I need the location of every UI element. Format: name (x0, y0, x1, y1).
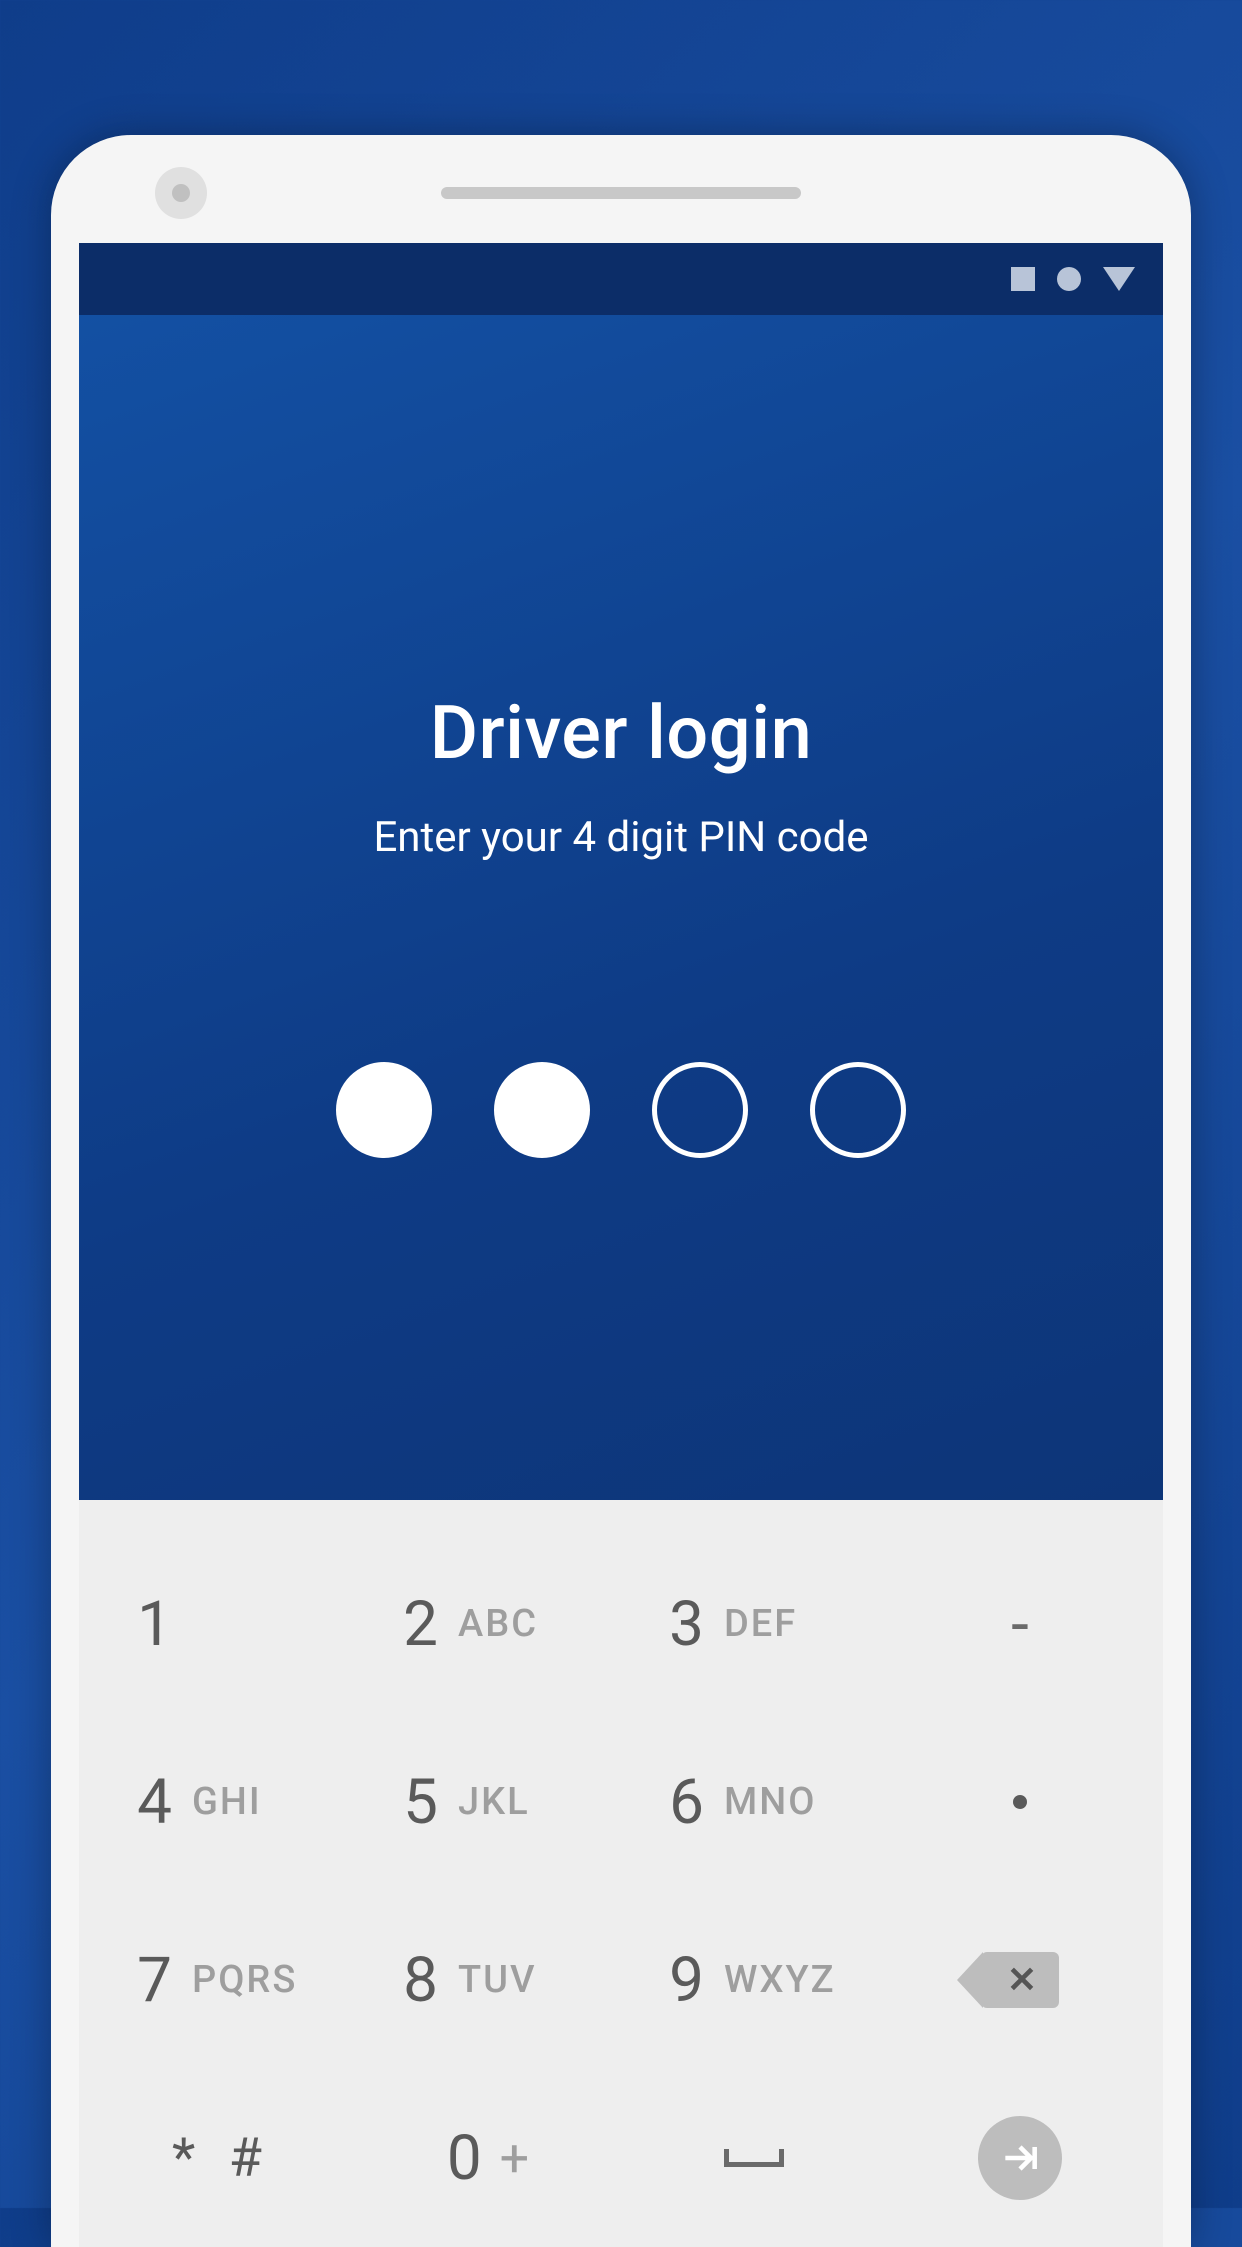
key-digit-label: 9 (664, 1944, 704, 2017)
symbols-label: * # (172, 2127, 272, 2190)
key-letters-label: ABC (458, 1602, 578, 1646)
key-letters-label: DEF (724, 1602, 844, 1646)
status-bar (79, 243, 1163, 315)
key-space[interactable] (621, 2069, 887, 2247)
space-icon (724, 2149, 784, 2167)
keypad-row-1: 1 2 ABC 3 DEF - (89, 1535, 1153, 1713)
status-recent-apps-icon (1011, 267, 1035, 291)
key-digit-label: 1 (132, 1588, 172, 1661)
key-9[interactable]: 9 WXYZ (621, 1891, 887, 2069)
screen: Driver login Enter your 4 digit PIN code… (79, 243, 1163, 2247)
key-5[interactable]: 5 JKL (355, 1713, 621, 1891)
status-back-icon (1103, 267, 1135, 291)
key-0[interactable]: 0+ (355, 2069, 621, 2247)
device-frame: Driver login Enter your 4 digit PIN code… (51, 135, 1191, 2247)
backspace-icon: ✕ (981, 1952, 1059, 2008)
pin-dot-4 (810, 1062, 906, 1158)
key-period[interactable] (887, 1713, 1153, 1891)
key-digit-label: 3 (664, 1588, 704, 1661)
login-title: Driver login (430, 690, 813, 777)
keypad-row-2: 4 GHI 5 JKL 6 MNO (89, 1713, 1153, 1891)
status-home-icon (1057, 267, 1081, 291)
key-letters-label: WXYZ (724, 1958, 844, 2002)
key-1[interactable]: 1 (89, 1535, 355, 1713)
device-speaker (441, 187, 801, 199)
key-digit-label: 5 (398, 1766, 438, 1839)
key-6[interactable]: 6 MNO (621, 1713, 887, 1891)
pin-indicator (336, 1062, 906, 1158)
dash-icon: - (1011, 1587, 1029, 1662)
device-camera (155, 167, 207, 219)
pin-dot-1 (336, 1062, 432, 1158)
key-letters-label: MNO (724, 1780, 844, 1824)
key-letters-label: GHI (192, 1780, 312, 1824)
keypad-row-3: 7 PQRS 8 TUV 9 WXYZ ✕ (89, 1891, 1153, 2069)
keypad: 1 2 ABC 3 DEF - 4 GHI 5 JKL 6 MNO 7 PQRS 8 TUV 9 WXYZ ✕ * #… (79, 1500, 1163, 2247)
key-digit-label: 6 (664, 1766, 704, 1839)
key-4[interactable]: 4 GHI (89, 1713, 355, 1891)
key-3[interactable]: 3 DEF (621, 1535, 887, 1713)
device-bezel-top (79, 163, 1163, 223)
key-digit-label: 0 (447, 2122, 482, 2195)
keypad-row-4: * #0+ (89, 2069, 1153, 2247)
key-digit-label: 7 (132, 1944, 172, 2017)
pin-dot-3 (652, 1062, 748, 1158)
key-letters-label: JKL (458, 1780, 578, 1824)
key-letters-label: TUV (458, 1958, 578, 2002)
key-digit-label: 8 (398, 1944, 438, 2017)
arrow-right-icon (998, 2136, 1042, 2180)
key-dash[interactable]: - (887, 1535, 1153, 1713)
key-digit-label: 2 (398, 1588, 438, 1661)
key-plus-label: + (500, 2128, 530, 2189)
key-2[interactable]: 2 ABC (355, 1535, 621, 1713)
key-letters-label: PQRS (192, 1958, 312, 2002)
pin-dot-2 (494, 1062, 590, 1158)
key-symbols[interactable]: * # (89, 2069, 355, 2247)
login-subtitle: Enter your 4 digit PIN code (373, 813, 868, 862)
period-icon (1013, 1795, 1027, 1809)
submit-button[interactable] (978, 2116, 1062, 2200)
key-8[interactable]: 8 TUV (355, 1891, 621, 2069)
key-7[interactable]: 7 PQRS (89, 1891, 355, 2069)
login-area: Driver login Enter your 4 digit PIN code (79, 315, 1163, 1500)
key-digit-label: 4 (132, 1766, 172, 1839)
key-submit[interactable] (887, 2069, 1153, 2247)
key-backspace[interactable]: ✕ (887, 1891, 1153, 2069)
